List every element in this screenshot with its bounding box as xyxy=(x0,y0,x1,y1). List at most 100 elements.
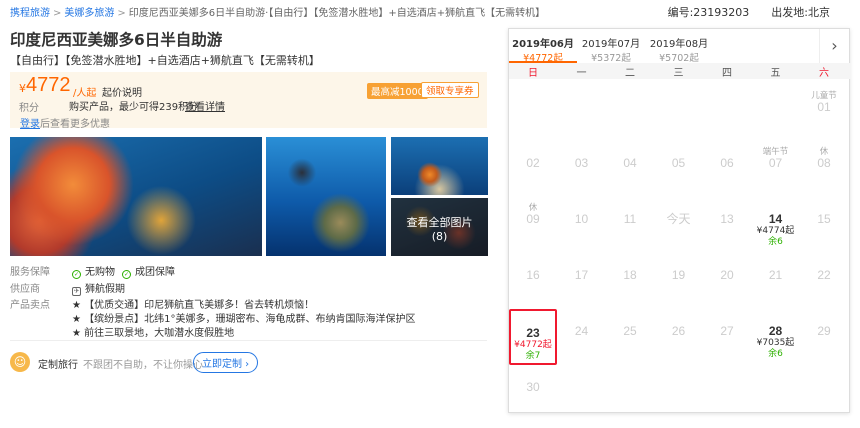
calendar-day: 30 xyxy=(509,365,557,421)
day-stock: 余6 xyxy=(768,349,783,359)
photo-turtle-diver[interactable] xyxy=(266,137,386,256)
day-note xyxy=(752,257,800,268)
calendar-day[interactable]: 28 ¥7035起 余6 xyxy=(752,309,800,365)
get-coupon-button[interactable]: 领取专享券 xyxy=(421,82,479,98)
day-note xyxy=(703,145,751,156)
day-number: 17 xyxy=(574,268,589,282)
photo-count: (8) xyxy=(431,230,448,243)
calendar-day: 儿童节 01 xyxy=(800,85,848,141)
day-note xyxy=(800,257,848,268)
custom-travel-desc: 不跟团不自助，不让你操心 xyxy=(83,360,203,371)
customize-now-button[interactable]: 立即定制 › xyxy=(193,352,259,373)
month-tab-2019-08[interactable]: 2019年08月 ¥5702起 xyxy=(645,29,713,64)
day-number: 22 xyxy=(817,268,831,282)
breadcrumb-link-manado[interactable]: 美娜多旅游 xyxy=(64,8,114,19)
month-tab-price: ¥4772起 xyxy=(523,53,563,64)
day-number: 26 xyxy=(671,324,686,338)
day-note xyxy=(606,145,654,156)
calendar-day: 19 xyxy=(655,253,703,309)
feature-item: ★ 【优质交通】印尼狮航直飞美娜多！省去转机烦恼！ xyxy=(72,300,315,311)
calendar-day: 11 xyxy=(606,197,654,253)
breadcrumb-separator: > xyxy=(117,8,126,19)
weekday-label: 五 xyxy=(770,68,781,79)
service-item-no-shopping: ✓ 无购物 xyxy=(72,267,115,279)
price-explain-link[interactable]: 起价说明 xyxy=(102,84,142,99)
day-note: 儿童节 xyxy=(811,91,837,101)
day-number: 18 xyxy=(623,268,637,282)
day-note xyxy=(703,257,751,268)
day-note: 休 xyxy=(819,147,829,157)
calendar-day: 05 xyxy=(655,141,703,197)
price-currency: ¥ xyxy=(19,82,26,95)
calendar-day: 25 xyxy=(606,309,654,365)
day-stock: 余6 xyxy=(768,237,783,247)
points-description: 购买产品，最少可得239积分 xyxy=(69,102,199,113)
calendar-day: 16 xyxy=(509,253,557,309)
breadcrumb: 携程旅游 > 美娜多旅游 > 印度尼西亚美娜多6日半自助游·【自由行】【免签潜水胜地】+… xyxy=(10,4,545,19)
calendar-day: 21 xyxy=(752,253,800,309)
weekday-header: 日一二三四五六 xyxy=(509,63,851,79)
month-tab-2019-06[interactable]: 2019年06月 ¥4772起 xyxy=(509,29,577,64)
points-detail-link[interactable]: 查看详情 xyxy=(185,98,225,113)
next-month-button[interactable]: › xyxy=(819,29,849,63)
month-tab-price: ¥5702起 xyxy=(659,53,699,64)
day-note: 休 xyxy=(528,203,538,213)
calendar-day: 休 09 xyxy=(509,197,557,253)
day-number: 30 xyxy=(526,380,540,394)
day-note xyxy=(558,313,606,324)
day-note xyxy=(509,369,557,380)
calendar-day[interactable]: 14 ¥4774起 余6 xyxy=(752,197,800,253)
price-amount: 4772 xyxy=(26,74,71,96)
day-note xyxy=(655,313,703,324)
breadcrumb-separator: > xyxy=(53,8,62,19)
main-photo[interactable] xyxy=(10,137,262,256)
calendar-day: 06 xyxy=(703,141,751,197)
month-tab-price: ¥5372起 xyxy=(591,53,631,64)
weekday-label: 日 xyxy=(528,68,538,79)
day-number: 14 xyxy=(768,212,783,226)
day-note xyxy=(558,257,606,268)
day-number: 09 xyxy=(526,212,540,226)
service-label: 服务保障 xyxy=(10,267,50,278)
weekday-label: 三 xyxy=(673,68,684,79)
day-note xyxy=(509,145,557,156)
day-note xyxy=(558,145,606,156)
day-number: 29 xyxy=(817,324,831,338)
day-number: 23 xyxy=(526,326,540,340)
coupon-badge: 最高减1000 xyxy=(367,83,428,99)
calendar-day: 29 xyxy=(800,309,848,365)
service-item-group-guarantee: ✓ 成团保障 xyxy=(122,267,175,279)
day-number: 07 xyxy=(768,156,783,170)
day-number: 03 xyxy=(574,156,589,170)
day-note xyxy=(703,313,751,324)
calendar-day: 26 xyxy=(655,309,703,365)
supplier-name: ✈ 狮航假期 xyxy=(72,284,125,296)
weekday-label: 四 xyxy=(722,68,732,79)
day-note xyxy=(752,313,800,324)
calendar-day: 休 08 xyxy=(800,141,848,197)
photo-clownfish[interactable] xyxy=(391,137,488,195)
feature-label: 产品卖点 xyxy=(10,300,50,311)
calendar-day: 17 xyxy=(558,253,606,309)
check-icon: ✓ xyxy=(122,270,131,279)
day-number: 13 xyxy=(720,212,734,226)
month-tab-2019-07[interactable]: 2019年07月 ¥5372起 xyxy=(577,29,645,64)
login-link[interactable]: 登录 xyxy=(20,119,40,130)
weekday-label: 一 xyxy=(576,68,587,79)
month-tab-name: 2019年07月 xyxy=(581,39,641,50)
divider xyxy=(10,340,487,341)
weekday-label: 二 xyxy=(625,68,635,79)
day-note xyxy=(655,145,703,156)
view-all-photos-button[interactable]: 查看全部图片 (8) xyxy=(391,198,488,256)
day-number: 02 xyxy=(526,156,540,170)
departure-city: 出发地:北京 xyxy=(771,6,830,19)
weekday-label: 六 xyxy=(819,68,829,79)
product-number: 编号:23193203 xyxy=(667,6,750,19)
calendar-day: 端午节 07 xyxy=(752,141,800,197)
calendar-day: 10 xyxy=(558,197,606,253)
month-tab-name: 2019年08月 xyxy=(649,39,709,50)
calendar-day-selected[interactable]: 23 ¥4772起 余7 xyxy=(509,309,557,365)
day-note xyxy=(800,201,848,212)
breadcrumb-link-ctrip-travel[interactable]: 携程旅游 xyxy=(10,8,50,19)
view-all-photos-overlay: 查看全部图片 (8) xyxy=(391,198,488,256)
